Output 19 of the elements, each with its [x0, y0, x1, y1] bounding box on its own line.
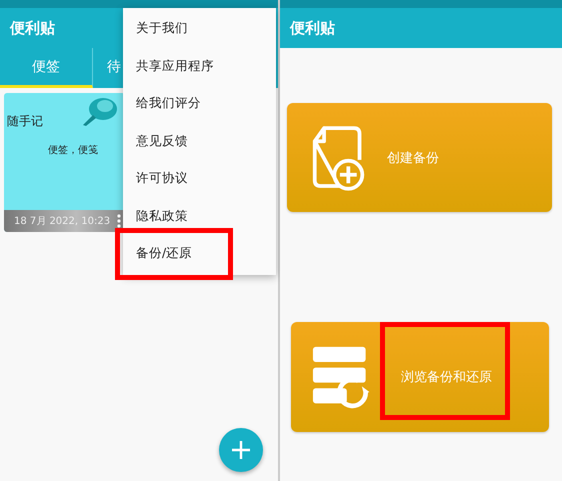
add-button[interactable]: [219, 428, 263, 472]
app-title: 便利贴: [10, 18, 55, 38]
note-card[interactable]: 随手记 便签，便笺 18 7月 2022, 10:23: [4, 93, 125, 232]
app-title: 便利贴: [290, 18, 335, 38]
note-timestamp: 18 7月 2022, 10:23: [14, 215, 110, 228]
menu-item[interactable]: 意见反馈: [123, 122, 276, 160]
menu-item[interactable]: 备份/还原: [123, 235, 276, 272]
plus-icon: [231, 440, 251, 460]
action-label: 浏览备份和还原: [401, 369, 492, 386]
menu-item[interactable]: 共享应用程序: [123, 48, 276, 85]
menu-item[interactable]: 许可协议: [123, 160, 276, 198]
action-label: 创建备份: [387, 150, 439, 166]
file-add-icon: [311, 124, 367, 192]
note-text: 便签，便笺: [48, 144, 99, 157]
more-icon[interactable]: [117, 214, 121, 228]
menu-item[interactable]: 隐私政策: [123, 198, 276, 235]
menu-item[interactable]: 给我们评分: [123, 85, 276, 122]
note-title: 随手记: [7, 113, 44, 130]
menu-item[interactable]: 关于我们: [123, 10, 276, 48]
